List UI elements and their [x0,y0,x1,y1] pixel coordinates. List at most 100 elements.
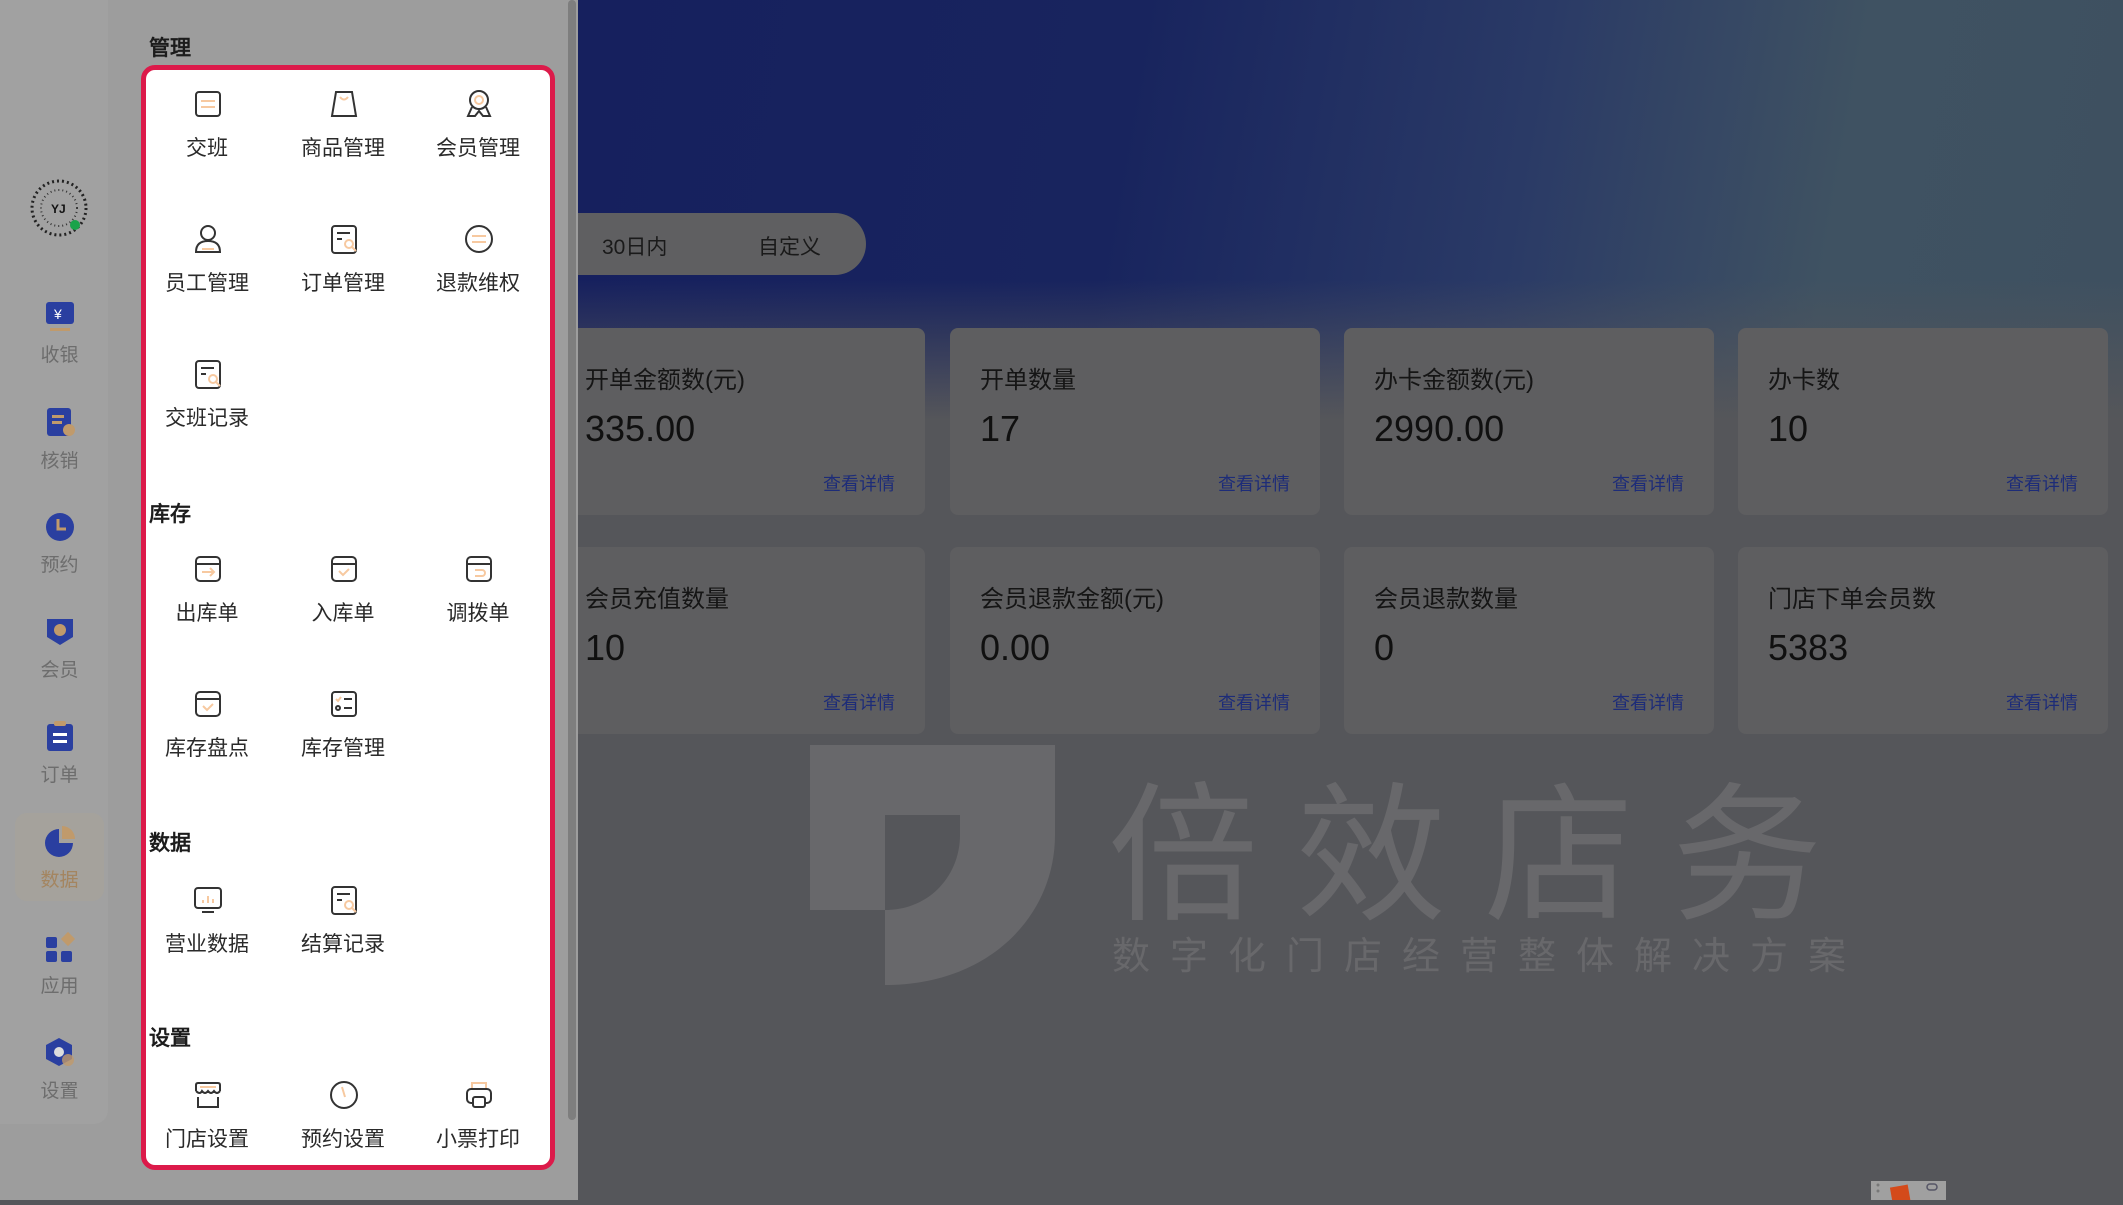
stat-title: 会员退款金额(元) [980,586,1164,613]
nav-item-label: 收银 [40,345,79,366]
stat-title: 会员退款数量 [1374,586,1518,613]
menu-item-box-check[interactable]: 库存盘点 [142,688,272,788]
menu-item-box-transfer[interactable]: 调拨单 [413,553,543,653]
side-nav: YJ ¥ 收银核销预约会员订单数据应用设置 [0,0,108,1124]
stat-title: 门店下单会员数 [1768,586,1936,613]
nav-item-label: 数据 [40,870,79,891]
ime-toolbar-widget[interactable] [1871,1181,1946,1204]
clipboard-icon [44,720,76,752]
menu-item-shift-swap[interactable]: 交班 [142,88,272,188]
nav-item-1[interactable]: 核销 [15,394,104,482]
clock-icon [44,510,76,542]
stat-card: 办卡金额数(元) 2990.00 查看详情 [1344,328,1714,515]
stat-value: 0.00 [980,627,1051,668]
stat-title: 会员充值数量 [585,586,729,613]
stat-value: 10 [585,627,626,668]
stat-value: 2990.00 [1374,408,1505,449]
menu-item-label: 退款维权 [436,272,520,295]
menu-item-label: 入库单 [311,602,375,625]
view-details-link[interactable]: 查看详情 [823,470,895,496]
menu-item-label: 商品管理 [301,137,385,160]
watermark-title: 倍效店务 [1108,772,1861,940]
menu-item-box-out[interactable]: 出库单 [142,553,272,653]
member-badge-icon [44,615,76,647]
menu-item-box-in[interactable]: 入库单 [278,553,408,653]
tab-30-days[interactable]: 30日内 [602,231,667,261]
menu-item-label: 库存管理 [301,737,385,760]
svg-text:¥: ¥ [53,306,62,322]
stat-title: 开单金额数(元) [585,367,745,394]
nav-item-0[interactable]: ¥ 收银 [15,288,104,376]
tab-custom[interactable]: 自定义 [758,231,821,261]
menu-item-label: 出库单 [175,602,239,625]
stat-card: 会员退款金额(元) 0.00 查看详情 [950,547,1320,734]
menu-item-label: 结算记录 [301,933,385,956]
menu-item-printer[interactable]: 小票打印 [413,1079,543,1179]
stat-title: 办卡金额数(元) [1374,367,1534,394]
stat-value: 0 [1374,627,1395,668]
menu-item-label: 订单管理 [301,272,385,295]
verify-icon [44,406,76,438]
nav-item-3[interactable]: 会员 [15,603,104,691]
menu-item-label: 小票打印 [436,1128,520,1151]
apps-grid-icon [44,931,76,963]
stat-card: 门店下单会员数 5383 查看详情 [1738,547,2108,734]
stat-card: 开单数量 17 查看详情 [950,328,1320,515]
menu-item-label: 会员管理 [436,137,520,160]
menu-item-label: 门店设置 [165,1128,249,1151]
menu-item-label: 交班记录 [165,407,249,430]
date-range-tabs: 30日内 自定义 [578,213,866,275]
view-details-link[interactable]: 查看详情 [1218,689,1290,715]
view-details-link[interactable]: 查看详情 [2006,689,2078,715]
menu-drawer: YJ ¥ 收银 核销 预约 会员 订单 数据 应用 设置 管理 交班 商品管理 会员管理 员工管理 订单管… [0,0,578,1200]
menu-item-store[interactable]: 门店设置 [142,1079,272,1179]
cashier-icon: ¥ [44,300,76,332]
stat-value: 5383 [1768,627,1849,668]
menu-item-refund-circle[interactable]: 退款维权 [413,223,543,323]
menu-item-label: 库存盘点 [165,737,249,760]
watermark-logo [810,745,1055,985]
stat-card: 办卡数 10 查看详情 [1738,328,2108,515]
menu-item-label: 交班 [186,137,228,160]
stat-value: 17 [980,408,1021,449]
nav-item-7[interactable]: 设置 [15,1024,104,1112]
dashboard-main: 30日内 自定义 倍效店务 数字化门店经营整体解决方案 开单金额数(元) 335.… [578,0,2123,1200]
nav-item-label: 应用 [40,976,79,997]
menu-item-document-search[interactable]: 订单管理 [278,223,408,323]
section-heading: 设置 [149,1027,191,1050]
menu-item-monitor-chart[interactable]: 营业数据 [142,884,272,984]
view-details-link[interactable]: 查看详情 [1218,470,1290,496]
nav-item-label: 设置 [40,1081,79,1102]
menu-item-award[interactable]: 会员管理 [413,88,543,188]
view-details-link[interactable]: 查看详情 [1612,470,1684,496]
menu-item-label: 营业数据 [165,933,249,956]
stat-card: 开单金额数(元) 335.00 查看详情 [578,328,925,515]
menu-item-label: 预约设置 [301,1128,385,1151]
svg-text:YJ: YJ [51,202,66,216]
nav-item-4[interactable]: 订单 [15,708,104,796]
nav-item-label: 会员 [40,660,79,681]
stat-title: 办卡数 [1768,367,1840,394]
menu-item-document-search[interactable]: 交班记录 [142,358,272,458]
menu-item-shopping-bag[interactable]: 商品管理 [278,88,408,188]
drawer-scrollbar[interactable] [568,0,576,1120]
section-heading: 数据 [149,832,191,855]
nav-item-2[interactable]: 预约 [15,498,104,586]
menu-item-document-search[interactable]: 结算记录 [278,884,408,984]
section-heading: 库存 [149,503,191,526]
nav-item-5[interactable]: 数据 [15,813,104,901]
view-details-link[interactable]: 查看详情 [1612,689,1684,715]
stat-value: 335.00 [585,408,696,449]
qr-code-logo: YJ [29,178,89,238]
menu-item-clock[interactable]: 预约设置 [278,1079,408,1179]
menu-item-user[interactable]: 员工管理 [142,223,272,323]
view-details-link[interactable]: 查看详情 [823,689,895,715]
nav-item-6[interactable]: 应用 [15,919,104,1007]
settings-hex-icon [44,1036,76,1068]
menu-item-label: 调拨单 [446,602,510,625]
menu-item-checklist[interactable]: 库存管理 [278,688,408,788]
nav-item-label: 订单 [40,765,79,786]
stat-value: 10 [1768,408,1809,449]
pie-chart-icon [44,825,76,857]
view-details-link[interactable]: 查看详情 [2006,470,2078,496]
